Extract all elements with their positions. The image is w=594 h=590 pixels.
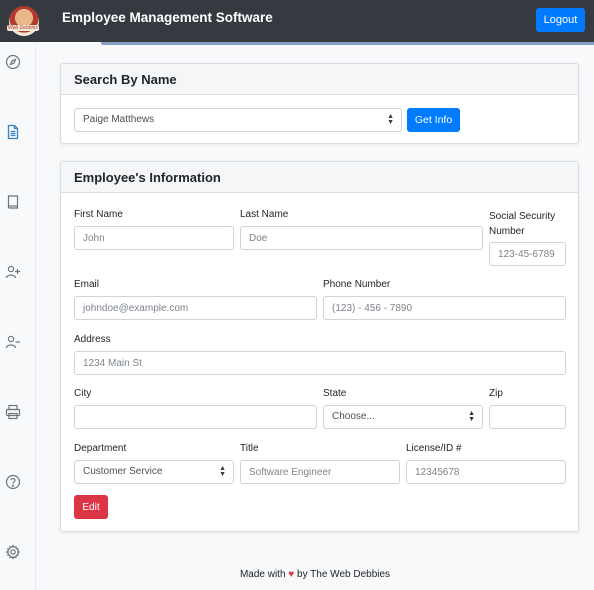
user-plus-icon[interactable]	[5, 264, 21, 280]
footer: Made with ♥ by The Web Debbies	[36, 569, 594, 580]
first-name-placeholder: John	[83, 233, 105, 244]
main-content: Search By Name Paige Matthews ▲ ▼ Get Inf…	[36, 42, 594, 590]
address-label: Address	[74, 334, 111, 345]
search-card: Search By Name Paige Matthews ▲ ▼ Get Inf…	[60, 63, 579, 144]
license-input[interactable]: 12345678	[406, 460, 566, 484]
footer-prefix: Made with	[239, 569, 286, 580]
first-name-label: First Name	[74, 209, 123, 220]
user-minus-icon[interactable]	[5, 334, 21, 350]
help-icon[interactable]	[5, 474, 21, 490]
city-input[interactable]	[74, 405, 317, 429]
printer-icon[interactable]	[5, 404, 21, 420]
top-navbar: Web Debbies Employee Management Software…	[0, 0, 594, 42]
department-select[interactable]: Customer Service ▲ ▼	[74, 460, 234, 484]
web-debbies-logo[interactable]	[9, 6, 39, 36]
department-label: Department	[74, 443, 127, 454]
sidebar	[0, 42, 36, 590]
job-title-label: Title	[240, 443, 259, 454]
license-placeholder: 12345678	[415, 467, 460, 478]
ssn-label: Social Security Number	[489, 211, 556, 237]
license-label: License/ID #	[406, 443, 462, 454]
select-arrows-icon: ▲ ▼	[219, 465, 226, 478]
phone-placeholder: (123) - 456 - 7890	[332, 303, 413, 314]
footer-suffix: by The Web Debbies	[297, 569, 391, 580]
compass-icon[interactable]	[5, 54, 21, 70]
phone-label: Phone Number	[323, 279, 391, 290]
city-label: City	[74, 388, 92, 399]
edit-button[interactable]: Edit	[74, 495, 108, 519]
address-input[interactable]: 1234 Main St	[74, 351, 566, 375]
first-name-input[interactable]: John	[74, 226, 234, 250]
logo-text: Web Debbies	[7, 25, 39, 31]
employee-info-title: Employee's Information	[61, 162, 578, 193]
ssn-input[interactable]: 123-45-6789	[489, 242, 566, 266]
ssn-placeholder: 123-45-6789	[498, 249, 555, 260]
state-label: State	[323, 388, 347, 399]
get-info-button[interactable]: Get Info	[407, 108, 460, 132]
phone-input[interactable]: (123) - 456 - 7890	[323, 296, 566, 320]
last-name-input[interactable]: Doe	[240, 226, 483, 250]
state-selected-value: Choose...	[332, 411, 375, 422]
app-title: Employee Management Software	[62, 10, 273, 25]
document-icon[interactable]	[5, 124, 21, 140]
last-name-label: Last Name	[240, 209, 289, 220]
job-title-input[interactable]: Software Engineer	[240, 460, 400, 484]
settings-icon[interactable]	[5, 544, 21, 560]
last-name-placeholder: Doe	[249, 233, 268, 244]
department-selected-value: Customer Service	[83, 466, 163, 477]
email-placeholder: johndoe@example.com	[83, 303, 189, 314]
state-select[interactable]: Choose... ▲ ▼	[323, 405, 483, 429]
book-icon[interactable]	[5, 194, 21, 210]
select-arrows-icon: ▲ ▼	[468, 410, 475, 423]
email-input[interactable]: johndoe@example.com	[74, 296, 317, 320]
search-card-title: Search By Name	[61, 64, 578, 95]
select-arrows-icon: ▲ ▼	[387, 113, 394, 126]
employee-info-card: Employee's Information First Name John L…	[60, 161, 579, 532]
zip-input[interactable]	[489, 405, 566, 429]
employee-name-select[interactable]: Paige Matthews ▲ ▼	[74, 108, 402, 132]
address-placeholder: 1234 Main St	[83, 358, 142, 369]
selected-employee-name: Paige Matthews	[83, 114, 155, 125]
email-label: Email	[74, 279, 100, 290]
top-accent-line	[101, 42, 594, 45]
heart-icon: ♥	[288, 569, 295, 580]
logout-button[interactable]: Logout	[536, 8, 585, 32]
job-title-placeholder: Software Engineer	[249, 467, 332, 478]
zip-label: Zip	[489, 388, 503, 399]
